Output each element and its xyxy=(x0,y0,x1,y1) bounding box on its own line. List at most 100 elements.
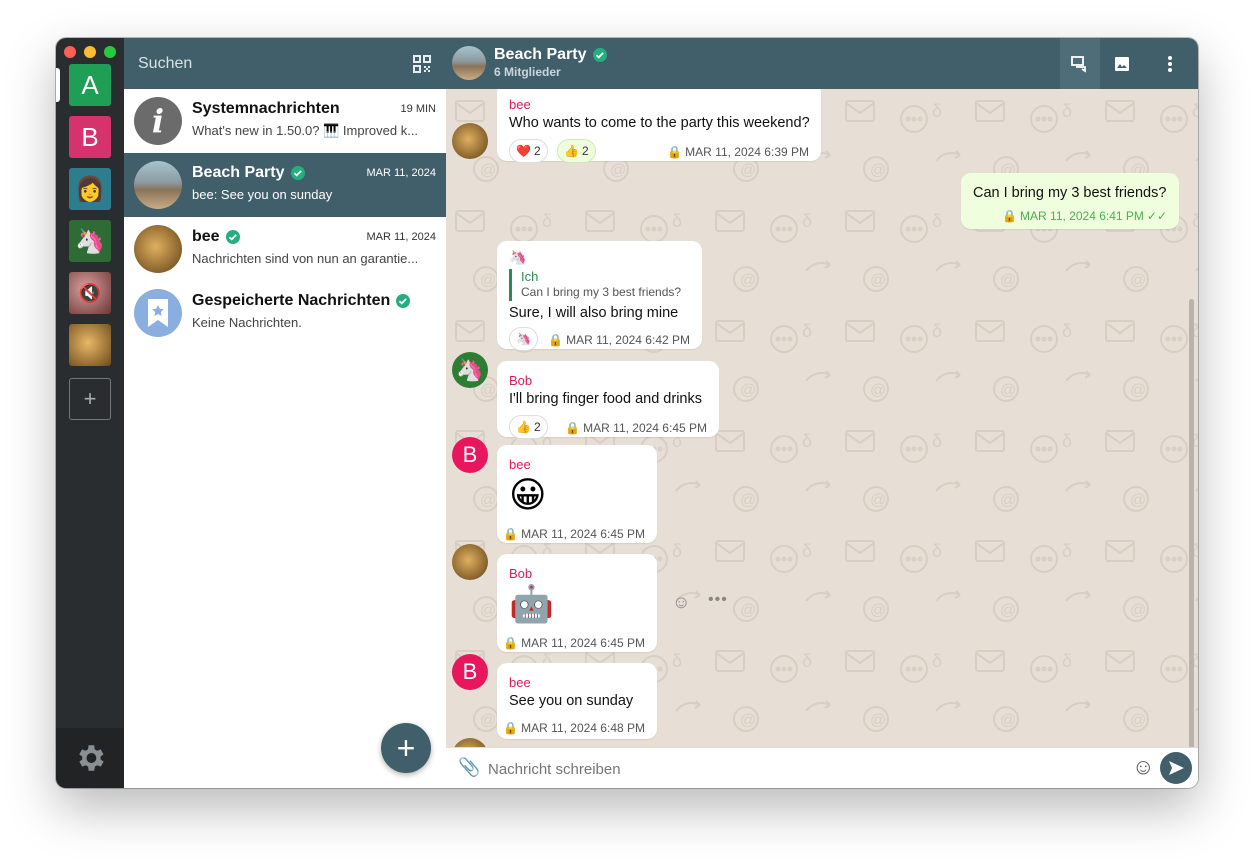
message-sender: Bob xyxy=(509,566,533,581)
message-sender: bee xyxy=(509,457,531,472)
add-account-button[interactable]: + xyxy=(69,378,111,420)
message-meta: 🔒 MAR 11, 2024 6:45 PM xyxy=(565,421,707,435)
message-meta: 🔒 MAR 11, 2024 6:39 PM xyxy=(667,145,809,159)
chat-area: Beach Party 6 Mitglieder bee Who wants t… xyxy=(446,38,1198,788)
verified-icon xyxy=(592,48,607,62)
chat-view-button[interactable] xyxy=(1060,38,1100,89)
verified-icon xyxy=(225,230,240,244)
more-options-button[interactable] xyxy=(1150,38,1190,89)
message-text: Who wants to come to the party this week… xyxy=(509,115,810,131)
chat-title: bee xyxy=(192,228,241,246)
message-scrollbar[interactable] xyxy=(1189,299,1194,747)
close-window-button[interactable] xyxy=(64,46,76,58)
image-icon xyxy=(1115,56,1129,71)
chat-item-saved-messages[interactable]: Gespeicherte Nachrichten Keine Nachricht… xyxy=(124,281,446,345)
message-sender: bee xyxy=(509,675,531,690)
account-b-label: B xyxy=(81,121,99,152)
new-chat-button[interactable]: + xyxy=(381,723,431,773)
reaction-thumbs-up[interactable]: 👍 2 xyxy=(557,139,596,163)
lock-icon: 🔒 xyxy=(548,333,564,347)
lock-icon: 🔒 xyxy=(667,145,683,159)
quote-text: Can I bring my 3 best friends? xyxy=(521,285,682,299)
paperclip-icon[interactable]: 📎 xyxy=(458,757,480,778)
chat-header-title[interactable]: Beach Party xyxy=(494,46,608,64)
zoom-window-button[interactable] xyxy=(104,46,116,58)
minimize-window-button[interactable] xyxy=(84,46,96,58)
qr-code-icon[interactable] xyxy=(412,54,432,74)
sender-avatar-bob[interactable]: B xyxy=(452,437,488,473)
message-text: Sure, I will also bring mine xyxy=(509,305,679,321)
message-bubble[interactable]: bee 😀 🔒 MAR 11, 2024 6:45 PM xyxy=(497,445,657,543)
message-sender: Bob xyxy=(509,373,533,388)
thumbs-up-icon: 👍 xyxy=(516,420,531,434)
message-menu-icon[interactable]: ••• xyxy=(708,591,728,609)
app-window: A B 👩 🦄 🔇 + Suchen i Systemnachrichten 1 xyxy=(56,38,1198,788)
chat-item-bee[interactable]: bee MAR 11, 2024 Nachrichten sind von nu… xyxy=(124,217,446,281)
send-icon xyxy=(1169,761,1184,775)
message-bubble-outgoing[interactable]: Can I bring my 3 best friends? 🔒 MAR 11, … xyxy=(961,173,1179,229)
message-time: MAR 11, 2024 6:45 PM xyxy=(583,421,707,435)
rail-footer xyxy=(56,728,124,788)
message-time: MAR 11, 2024 6:45 PM xyxy=(521,527,645,541)
message-time: MAR 11, 2024 6:41 PM xyxy=(1020,209,1144,223)
bee-avatar xyxy=(134,225,182,273)
account-b[interactable]: B xyxy=(69,116,111,158)
account-woman-avatar[interactable]: 👩 xyxy=(69,168,111,210)
info-icon: i xyxy=(134,97,182,145)
lock-icon: 🔒 xyxy=(503,636,519,650)
message-time: MAR 11, 2024 6:42 PM xyxy=(566,333,690,347)
message-meta: 🔒 MAR 11, 2024 6:45 PM xyxy=(503,636,645,650)
account-muted-photo[interactable]: 🔇 xyxy=(69,272,111,314)
quote-author: Ich xyxy=(521,269,539,284)
chat-preview: Keine Nachrichten. xyxy=(192,315,302,330)
message-meta: 🔒 MAR 11, 2024 6:48 PM xyxy=(503,721,645,735)
account-unicorn-avatar[interactable]: 🦄 xyxy=(69,220,111,262)
account-bee-photo[interactable] xyxy=(69,324,111,366)
gallery-view-button[interactable] xyxy=(1102,38,1142,89)
avatar-initial: B xyxy=(462,659,478,684)
message-bubble[interactable]: bee See you on sunday 🔒 MAR 11, 2024 6:48… xyxy=(497,663,657,739)
chat-item-systemnachrichten[interactable]: i Systemnachrichten 19 MIN What's new in… xyxy=(124,89,446,153)
unicorn-icon: 🦄 xyxy=(456,357,484,382)
message-time: MAR 11, 2024 6:45 PM xyxy=(521,636,645,650)
message-bubble[interactable]: 🦄 Ich Can I bring my 3 best friends? Sur… xyxy=(497,241,702,351)
sender-avatar-bee[interactable] xyxy=(452,544,488,580)
chat-header-subtitle: 6 Mitglieder xyxy=(494,65,561,79)
message-text: I'll bring finger food and drinks xyxy=(509,391,702,407)
quoted-message[interactable]: Ich Can I bring my 3 best friends? xyxy=(509,269,681,301)
lock-icon: 🔒 xyxy=(503,527,519,541)
message-sender-icon: 🦄 xyxy=(509,249,527,265)
reaction-count: 2 xyxy=(581,144,589,158)
reaction-thumbs-up[interactable]: 👍 2 xyxy=(509,415,548,439)
search-input[interactable]: Suchen xyxy=(138,55,192,73)
sender-avatar-bee[interactable] xyxy=(452,123,488,159)
heart-icon: ❤️ xyxy=(516,144,531,158)
message-bubble[interactable]: Bob 🤖 🔒 MAR 11, 2024 6:45 PM xyxy=(497,554,657,652)
bookmark-star-icon xyxy=(148,299,168,327)
reaction-unicorn[interactable]: 🦄 xyxy=(509,327,538,351)
reaction-heart[interactable]: ❤️ 2 xyxy=(509,139,548,163)
emoji-message: 🤖 xyxy=(509,583,554,624)
lock-icon: 🔒 xyxy=(503,721,519,735)
unicorn-avatar-icon: 🦄 xyxy=(75,227,105,255)
chat-item-beach-party[interactable]: Beach Party MAR 11, 2024 bee: See you on… xyxy=(124,153,446,217)
message-meta: 🔒 MAR 11, 2024 6:41 PM ✓✓ xyxy=(1002,209,1167,223)
account-a-label: A xyxy=(81,69,99,100)
chat-title: Gespeicherte Nachrichten xyxy=(192,292,411,310)
chat-header-avatar[interactable] xyxy=(452,46,486,80)
chat-header: Beach Party 6 Mitglieder xyxy=(446,38,1198,89)
account-a[interactable]: A xyxy=(69,64,111,106)
sender-avatar-unicorn[interactable]: 🦄 xyxy=(452,352,488,388)
gear-icon[interactable] xyxy=(73,741,107,775)
avatar-initial: B xyxy=(462,442,478,467)
message-bubble[interactable]: bee Who wants to come to the party this … xyxy=(497,89,821,163)
sender-avatar-bob[interactable]: B xyxy=(452,654,488,690)
add-reaction-icon[interactable]: ☺ xyxy=(672,592,690,613)
message-input[interactable] xyxy=(486,756,1130,782)
saved-messages-avatar xyxy=(134,289,182,337)
emoji-picker-icon[interactable]: ☺ xyxy=(1132,755,1154,779)
muted-speaker-icon: 🔇 xyxy=(78,282,102,303)
message-bubble[interactable]: Bob I'll bring finger food and drinks 👍 2… xyxy=(497,361,719,439)
send-button[interactable] xyxy=(1160,752,1192,784)
chat-date: MAR 11, 2024 xyxy=(366,231,436,243)
